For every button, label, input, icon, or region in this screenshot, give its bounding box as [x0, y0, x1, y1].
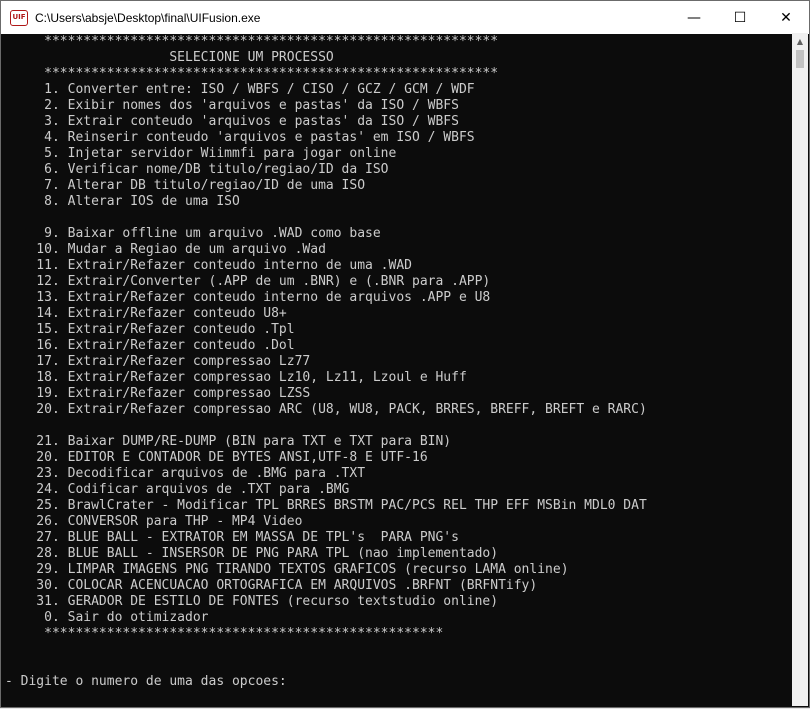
console-line: 5. Injetar servidor Wiimmfi para jogar o…: [5, 146, 397, 161]
console-line: 12. Extrair/Converter (.APP de um .BNR) …: [5, 274, 491, 289]
console-line: 11. Extrair/Refazer conteudo interno de …: [5, 258, 412, 273]
console-line: 2. Exibir nomes dos 'arquivos e pastas' …: [5, 98, 459, 113]
close-button[interactable]: ✕: [763, 1, 809, 34]
console-output[interactable]: ****************************************…: [1, 34, 793, 707]
window-title: C:\Users\absje\Desktop\final\UIFusion.ex…: [35, 10, 261, 25]
console-line: 30. COLOCAR ACENCUACAO ORTOGRAFICA EM AR…: [5, 578, 538, 593]
console-line: 31. GERADOR DE ESTILO DE FONTES (recurso…: [5, 594, 499, 609]
console-line: 3. Extrair conteudo 'arquivos e pastas' …: [5, 114, 459, 129]
console-line: 17. Extrair/Refazer compressao Lz77: [5, 354, 311, 369]
maximize-icon: ☐: [733, 9, 747, 26]
maximize-button[interactable]: ☐: [717, 1, 763, 34]
console-line: 20. EDITOR E CONTADOR DE BYTES ANSI,UTF-…: [5, 450, 428, 465]
console-line: 28. BLUE BALL - INSERSOR DE PNG PARA TPL…: [5, 546, 499, 561]
console-line: 23. Decodificar arquivos de .BMG para .T…: [5, 466, 366, 481]
minimize-icon: —: [687, 9, 701, 26]
background-strip: [0, 708, 810, 720]
console-line: 29. LIMPAR IMAGENS PNG TIRANDO TEXTOS GR…: [5, 562, 569, 577]
console-line: 24. Codificar arquivos de .TXT para .BMG: [5, 482, 350, 497]
app-icon: UIF: [10, 9, 28, 26]
console-line: 7. Alterar DB titulo/regiao/ID de uma IS…: [5, 178, 366, 193]
console-line: 27. BLUE BALL - EXTRATOR EM MASSA DE TPL…: [5, 530, 459, 545]
console-line: 10. Mudar a Regiao de um arquivo .Wad: [5, 242, 326, 257]
console-line: - Digite o numero de uma das opcoes:: [5, 674, 287, 689]
console-text: ****************************************…: [1, 34, 793, 690]
title-bar[interactable]: UIF C:\Users\absje\Desktop\final\UIFusio…: [1, 1, 809, 34]
console-line: 9. Baixar offline um arquivo .WAD como b…: [5, 226, 381, 241]
console-line: 25. BrawlCrater - Modificar TPL BRRES BR…: [5, 498, 647, 513]
console-line: SELECIONE UM PROCESSO: [5, 50, 334, 65]
vertical-scrollbar[interactable]: ▲: [792, 33, 808, 706]
console-line: 4. Reinserir conteudo 'arquivos e pastas…: [5, 130, 475, 145]
close-icon: ✕: [780, 9, 792, 26]
console-line: 1. Converter entre: ISO / WBFS / CISO / …: [5, 82, 475, 97]
console-line: 15. Extrair/Refazer conteudo .Tpl: [5, 322, 295, 337]
console-line: 8. Alterar IOS de uma ISO: [5, 194, 240, 209]
console-line: 18. Extrair/Refazer compressao Lz10, Lz1…: [5, 370, 467, 385]
console-line: 19. Extrair/Refazer compressao LZSS: [5, 386, 311, 401]
console-line: 16. Extrair/Refazer conteudo .Dol: [5, 338, 295, 353]
window-controls: — ☐ ✕: [671, 1, 809, 34]
console-line: 20. Extrair/Refazer compressao ARC (U8, …: [5, 402, 647, 417]
console-window: UIF C:\Users\absje\Desktop\final\UIFusio…: [0, 0, 810, 708]
console-line: ****************************************…: [5, 66, 499, 81]
console-line: 13. Extrair/Refazer conteudo interno de …: [5, 290, 491, 305]
console-line: 26. CONVERSOR para THP - MP4 Video: [5, 514, 303, 529]
scroll-thumb[interactable]: [796, 50, 804, 68]
console-line: 21. Baixar DUMP/RE-DUMP (BIN para TXT e …: [5, 434, 452, 449]
console-line: 6. Verificar nome/DB titulo/regiao/ID da…: [5, 162, 389, 177]
console-line: 14. Extrair/Refazer conteudo U8+: [5, 306, 287, 321]
console-line: 0. Sair do otimizador: [5, 610, 209, 625]
scroll-up-icon[interactable]: ▲: [792, 33, 808, 50]
console-line: ****************************************…: [5, 34, 499, 49]
console-line: ****************************************…: [5, 626, 444, 641]
minimize-button[interactable]: —: [671, 1, 717, 34]
